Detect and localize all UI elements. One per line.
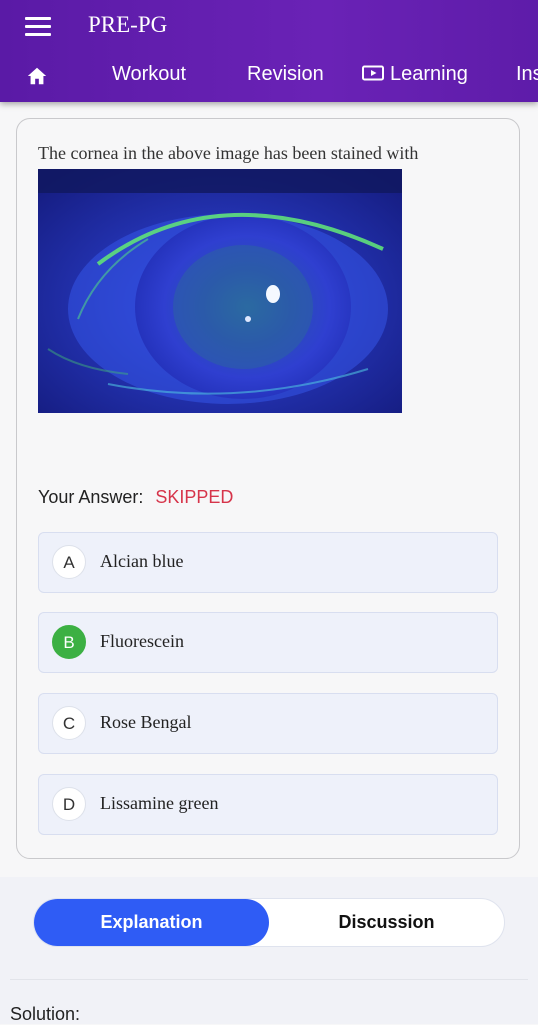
option-letter: D bbox=[52, 787, 86, 821]
option-text: Fluorescein bbox=[100, 631, 184, 651]
question-text: The cornea in the above image has been s… bbox=[38, 143, 419, 163]
nav-tabs: Workout Revision Learning Ins bbox=[0, 60, 538, 92]
nav-item-workout[interactable]: Workout bbox=[112, 63, 186, 86]
play-screen-icon bbox=[362, 65, 384, 81]
option-b[interactable]: B Fluorescein bbox=[38, 612, 498, 673]
option-c[interactable]: C Rose Bengal bbox=[38, 693, 498, 754]
menu-icon[interactable] bbox=[25, 17, 51, 37]
app-bar: PRE-PG Workout Revision Learning Ins bbox=[0, 0, 538, 102]
option-text: Rose Bengal bbox=[100, 712, 192, 732]
option-letter: A bbox=[52, 545, 86, 579]
option-text: Alcian blue bbox=[100, 551, 184, 571]
solution-label: Solution: bbox=[10, 1004, 81, 1024]
option-d[interactable]: D Lissamine green bbox=[38, 774, 498, 835]
eye-fluorescein-image bbox=[38, 169, 402, 413]
option-text: Lissamine green bbox=[100, 793, 219, 813]
tab-explanation[interactable]: Explanation bbox=[34, 899, 269, 946]
divider bbox=[10, 979, 528, 980]
nav-item-learning-label: Learning bbox=[390, 63, 468, 85]
nav-item-revision[interactable]: Revision bbox=[247, 63, 324, 86]
option-letter-correct: B bbox=[52, 625, 86, 659]
option-letter: C bbox=[52, 706, 86, 740]
nav-item-ins[interactable]: Ins bbox=[516, 63, 538, 86]
your-answer: Your Answer: SKIPPED bbox=[38, 487, 233, 508]
your-answer-label: Your Answer: bbox=[38, 487, 144, 507]
answer-status-badge: SKIPPED bbox=[155, 487, 234, 507]
tab-discussion[interactable]: Discussion bbox=[269, 899, 504, 946]
app-title: PRE-PG bbox=[88, 12, 168, 37]
home-icon[interactable] bbox=[26, 65, 48, 87]
option-a[interactable]: A Alcian blue bbox=[38, 532, 498, 593]
nav-item-learning[interactable]: Learning bbox=[362, 63, 468, 86]
